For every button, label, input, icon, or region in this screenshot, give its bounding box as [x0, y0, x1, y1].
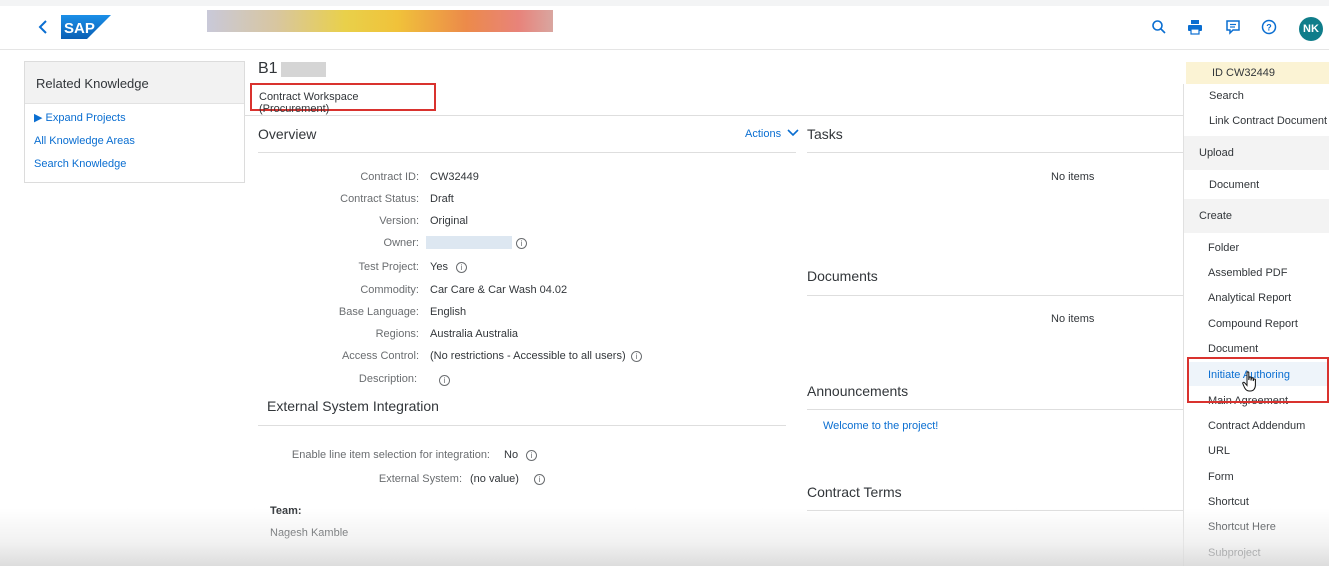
related-knowledge-panel: Related Knowledge ▶ Expand Projects All … [24, 61, 245, 183]
field-label: Enable line item selection for integrati… [291, 449, 490, 461]
menu-item-shortcut[interactable]: Shortcut [1208, 496, 1249, 508]
field-label: Version: [379, 215, 419, 227]
field-label: External System: [378, 473, 462, 485]
help-icon[interactable]: ? [1261, 19, 1279, 37]
info-icon[interactable]: i [526, 450, 537, 461]
chevron-down-icon [787, 129, 799, 137]
contract-terms-title: Contract Terms [807, 484, 902, 500]
menu-group-create: Create [1184, 199, 1329, 233]
contract-status-value: Draft [430, 193, 454, 205]
workspace-type-label: Contract Workspace (Procurement) [250, 83, 436, 115]
related-knowledge-title: Related Knowledge [25, 62, 244, 104]
menu-item-subproject[interactable]: Subproject [1208, 547, 1261, 559]
documents-divider [807, 295, 1183, 296]
menu-item-folder[interactable]: Folder [1208, 242, 1239, 254]
announcements-title: Announcements [807, 383, 909, 399]
menu-item-analytical-report[interactable]: Analytical Report [1208, 292, 1291, 304]
field-label: Test Project: [358, 261, 419, 273]
redacted-banner [207, 10, 553, 32]
documents-title: Documents [807, 268, 878, 284]
menu-item-url[interactable]: URL [1208, 445, 1230, 457]
documents-empty-text: No items [1051, 313, 1095, 325]
search-knowledge-link[interactable]: Search Knowledge [34, 158, 126, 170]
search-icon[interactable] [1151, 19, 1169, 37]
field-label: Commodity: [360, 284, 419, 296]
user-avatar[interactable]: NK [1299, 17, 1323, 41]
external-divider [258, 425, 786, 426]
bottom-fade-overlay [0, 508, 1329, 566]
actions-menu-button[interactable]: Actions [745, 128, 799, 140]
all-knowledge-areas-link[interactable]: All Knowledge Areas [34, 135, 135, 147]
svg-text:?: ? [1266, 23, 1272, 33]
line-item-selection-value: No [504, 449, 519, 461]
redacted-title [281, 62, 326, 77]
tasks-title: Tasks [807, 126, 843, 142]
menu-item-shortcut-here[interactable]: Shortcut Here [1208, 521, 1276, 533]
tasks-empty-text: No items [1051, 171, 1095, 183]
menu-item-assembled-pdf[interactable]: Assembled PDF [1208, 267, 1287, 279]
hand-cursor-icon [1242, 371, 1258, 393]
external-system-title: External System Integration [267, 398, 439, 414]
test-project-value: Yes [430, 261, 448, 273]
info-icon[interactable]: i [456, 262, 467, 273]
menu-item-form[interactable]: Form [1208, 471, 1234, 483]
menu-item-search[interactable]: Search [1209, 90, 1244, 102]
version-value: Original [430, 215, 468, 227]
commodity-value: Car Care & Car Wash 04.02 [430, 284, 568, 296]
field-label: Owner: [383, 237, 419, 249]
back-icon[interactable] [36, 18, 52, 36]
team-member-name[interactable]: Nagesh Kamble [270, 527, 348, 539]
menu-item-create-document[interactable]: Document [1208, 343, 1258, 355]
access-control-value: (No restrictions - Accessible to all use… [430, 350, 626, 362]
printer-icon[interactable] [1187, 19, 1205, 37]
base-language-value: English [430, 306, 467, 318]
field-label: Regions: [375, 328, 419, 340]
contract-id-value: CW32449 [430, 171, 479, 183]
menu-item-link-contract-document[interactable]: Link Contract Document [1209, 115, 1327, 127]
menu-item-upload-document[interactable]: Document [1209, 179, 1259, 191]
shell-top-line [0, 0, 1329, 6]
page-title: B1 [258, 60, 278, 77]
info-icon[interactable]: i [534, 474, 545, 485]
tasks-divider [807, 152, 1183, 153]
highlight-box [1187, 357, 1329, 403]
info-icon[interactable]: i [631, 351, 642, 362]
info-icon[interactable]: i [516, 238, 527, 249]
document-id-badge: ID CW32449 [1186, 62, 1329, 84]
team-label: Team: [270, 505, 302, 517]
sap-logo[interactable]: SAP [61, 15, 111, 39]
contract-terms-divider [807, 510, 1183, 511]
menu-item-contract-addendum[interactable]: Contract Addendum [1208, 420, 1305, 432]
field-label: Contract Status: [340, 193, 419, 205]
announcements-divider [807, 409, 1183, 410]
regions-value: Australia Australia [430, 328, 519, 340]
external-system-value: (no value) [470, 473, 519, 485]
field-label: Contract ID: [360, 171, 419, 183]
field-label: Access Control: [341, 350, 419, 362]
feedback-icon[interactable] [1225, 19, 1243, 37]
field-label: Description: [358, 373, 417, 385]
shell-bar: SAP ? NK [0, 0, 1329, 50]
welcome-link[interactable]: Welcome to the project! [823, 420, 938, 432]
menu-group-upload: Upload [1184, 136, 1329, 170]
actions-label: Actions [745, 128, 782, 140]
overview-divider [258, 152, 796, 153]
owner-value-redacted[interactable] [426, 236, 512, 249]
sap-logo-text: SAP [64, 20, 95, 37]
info-icon[interactable]: i [439, 375, 450, 386]
menu-item-compound-report[interactable]: Compound Report [1208, 318, 1298, 330]
header-divider [244, 115, 1184, 116]
expand-projects-link[interactable]: ▶ Expand Projects [34, 111, 126, 124]
field-label: Base Language: [338, 306, 419, 318]
overview-title: Overview [258, 126, 317, 142]
